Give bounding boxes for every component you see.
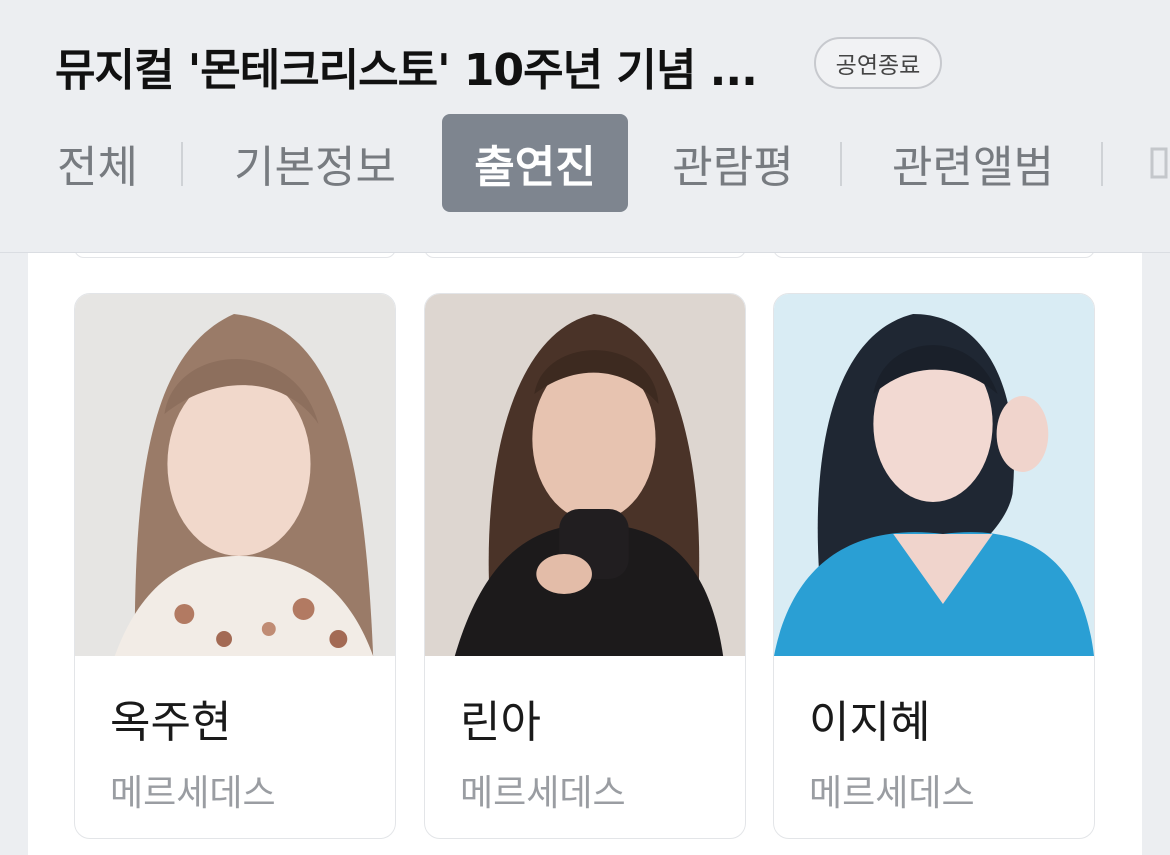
cast-list: 옥주현 메르세데스 린아 메르세데스 이지혜 메르세데스 (28, 238, 1142, 855)
tab-divider (840, 142, 842, 186)
cast-role: 메르세데스 (460, 773, 626, 814)
cast-photo (774, 294, 1094, 656)
cast-name: 옥주현 (110, 697, 232, 748)
cast-card[interactable]: 옥주현 메르세데스 (74, 293, 396, 839)
tab-bar: 전체 기본정보 출연진 관람평 관련앨범 (0, 114, 1170, 214)
tab-reviews[interactable]: 관람평 (668, 114, 798, 212)
cast-card[interactable]: 이지혜 메르세데스 (773, 293, 1095, 839)
cast-photo (425, 294, 745, 656)
top-header: 뮤지컬 '몬테크리스토' 10주년 기념 ... 공연종료 전체 기본정보 출연… (0, 0, 1170, 253)
tab-cutoff-glyph (1150, 147, 1168, 179)
tab-more-cutoff[interactable] (1150, 114, 1170, 212)
cast-name: 린아 (460, 697, 541, 748)
cast-name: 이지혜 (809, 697, 931, 748)
cast-role: 메르세데스 (809, 773, 975, 814)
page-title: 뮤지컬 '몬테크리스토' 10주년 기념 ... (55, 45, 758, 96)
tab-related-albums[interactable]: 관련앨범 (887, 114, 1059, 212)
tab-cast[interactable]: 출연진 (442, 114, 628, 212)
tab-all[interactable]: 전체 (55, 114, 140, 212)
status-badge: 공연종료 (814, 37, 942, 89)
cast-photo (75, 294, 395, 656)
tab-basic-info[interactable]: 기본정보 (228, 114, 402, 212)
tab-divider (1101, 142, 1103, 186)
cast-card[interactable]: 린아 메르세데스 (424, 293, 746, 839)
cast-role: 메르세데스 (110, 773, 276, 814)
tab-divider (181, 142, 183, 186)
